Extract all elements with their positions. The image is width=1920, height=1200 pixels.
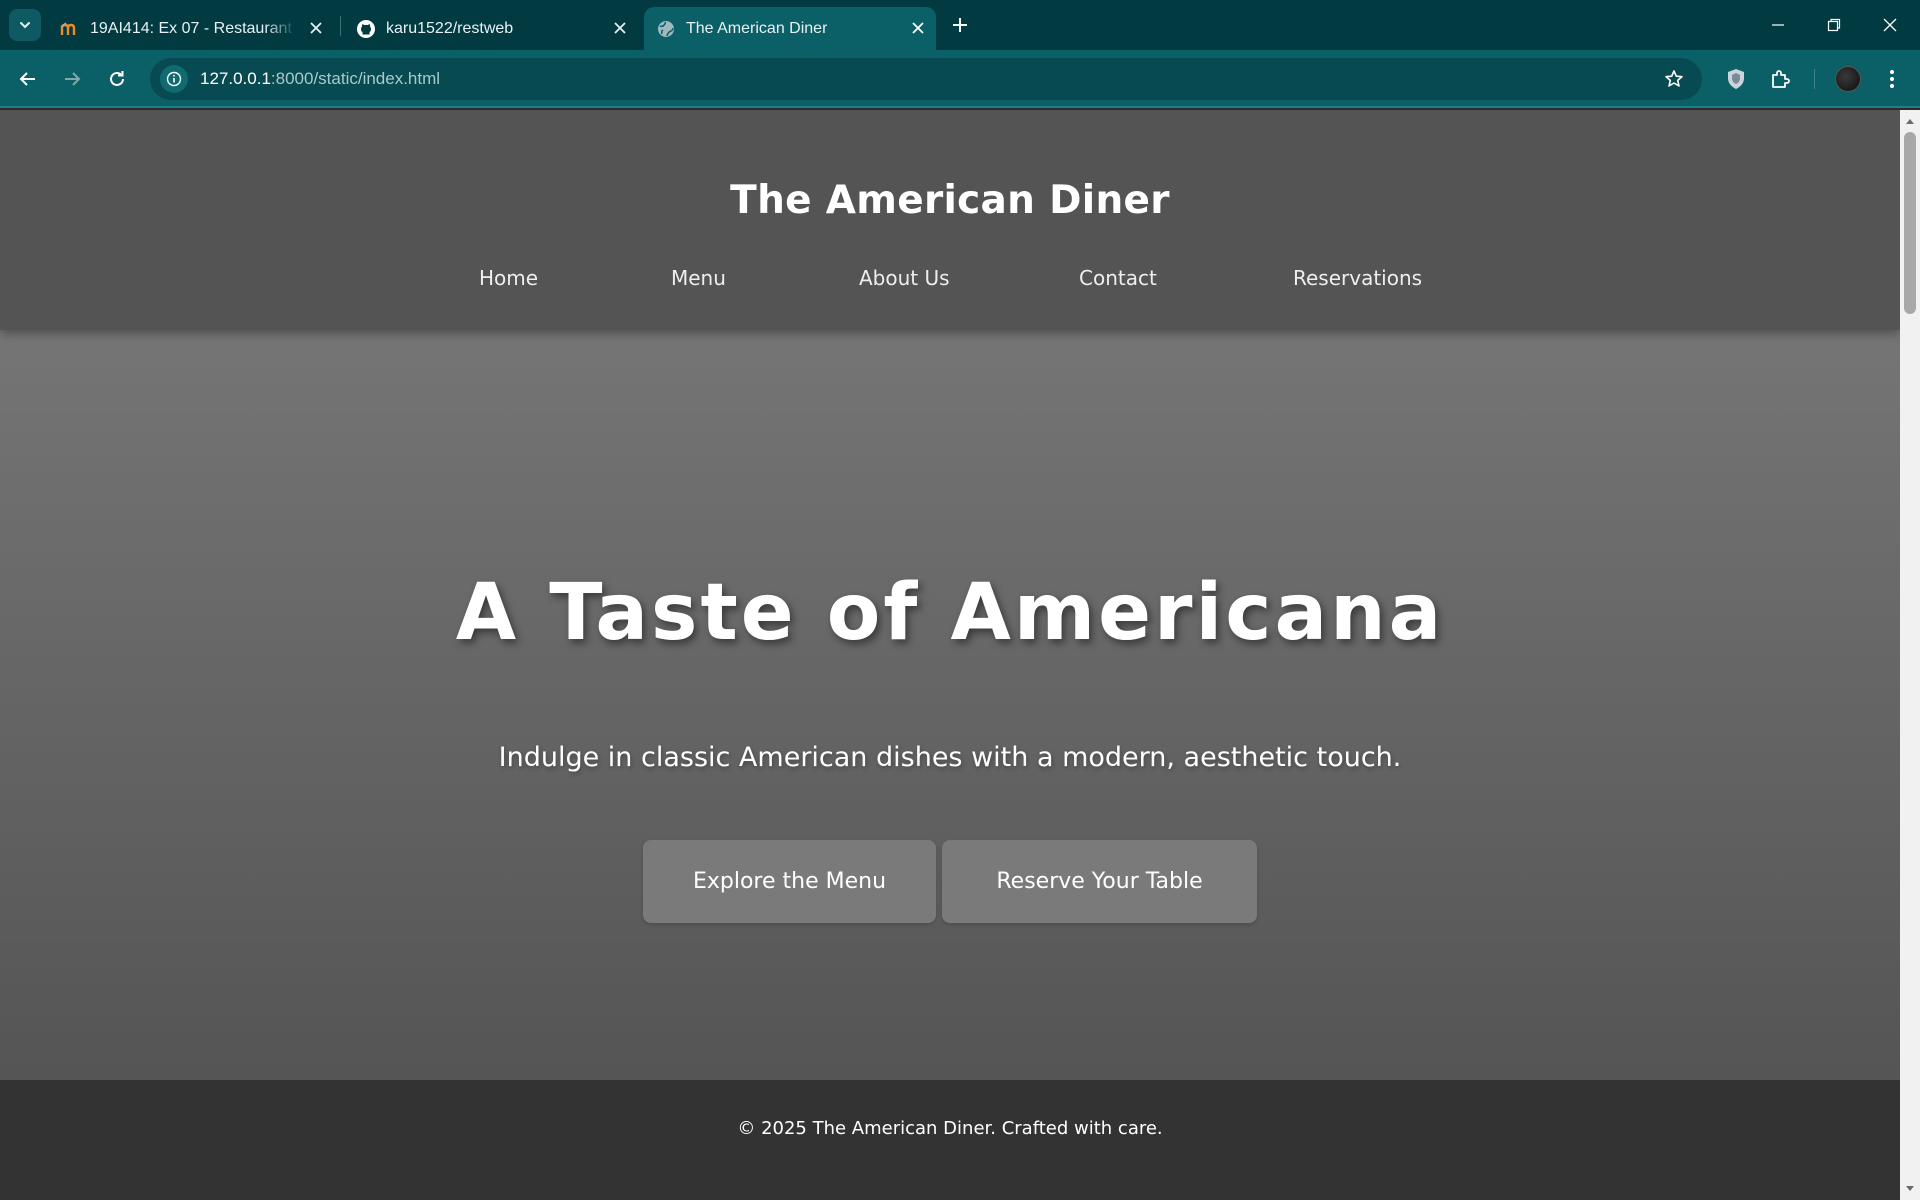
hero-subtitle: Indulge in classic American dishes with …: [498, 742, 1402, 773]
arrow-right-icon: [65, 72, 81, 86]
new-tab-button[interactable]: [946, 11, 974, 39]
arrow-left-icon: [19, 72, 35, 86]
tab-separator: [340, 16, 341, 36]
browser-toolbar: 127.0.0.1:8000/static/index.html: [0, 50, 1920, 108]
back-button[interactable]: [14, 65, 42, 93]
chevron-down-icon: [20, 22, 30, 29]
page-viewport: The American Diner Home Menu About Us Co…: [0, 110, 1900, 1200]
close-icon: [1883, 18, 1897, 32]
tab-title: karu1522/restweb: [386, 19, 514, 37]
url-host: 127.0.0.1: [200, 69, 271, 88]
nav-about-us[interactable]: About Us: [859, 266, 950, 290]
restore-icon: [1827, 18, 1841, 32]
reload-button[interactable]: [103, 65, 131, 93]
url-text: 127.0.0.1:8000/static/index.html: [200, 69, 440, 89]
close-icon[interactable]: [306, 18, 326, 38]
globe-icon: [656, 19, 676, 39]
scrollbar-thumb[interactable]: [1904, 132, 1916, 314]
browser-tab-moodle[interactable]: 19AI414: Ex 07 - Restaurant Web: [56, 7, 334, 50]
forward-button[interactable]: [58, 65, 86, 93]
restore-button[interactable]: [1806, 0, 1862, 50]
site-info-icon[interactable]: [160, 65, 188, 93]
site-header: The American Diner Home Menu About Us Co…: [0, 110, 1900, 330]
toolbar-divider: [1814, 69, 1815, 89]
tab-title: 19AI414: Ex 07 - Restaurant Web: [90, 19, 296, 37]
close-icon[interactable]: [908, 18, 928, 38]
browser-tab-active[interactable]: The American Diner: [644, 7, 936, 50]
shield-extension-icon[interactable]: [1722, 65, 1750, 93]
nav-home[interactable]: Home: [479, 266, 538, 290]
nav-contact[interactable]: Contact: [1079, 266, 1157, 290]
site-footer: © 2025 The American Diner. Crafted with …: [0, 1080, 1900, 1200]
profile-avatar[interactable]: [1834, 65, 1862, 93]
reserve-table-button[interactable]: Reserve Your Table: [942, 840, 1257, 923]
moodle-icon: [60, 19, 80, 39]
reload-icon: [110, 71, 124, 86]
close-window-button[interactable]: [1862, 0, 1918, 50]
kebab-menu-icon: [1890, 70, 1894, 88]
browser-tab-github[interactable]: karu1522/restweb: [346, 7, 638, 50]
address-bar[interactable]: 127.0.0.1:8000/static/index.html: [150, 58, 1702, 100]
browser-tabstrip: 19AI414: Ex 07 - Restaurant Web karu1522…: [0, 0, 1920, 50]
footer-copyright: © 2025 The American Diner. Crafted with …: [737, 1118, 1163, 1139]
nav-menu[interactable]: Menu: [671, 266, 726, 290]
url-path: :8000/static/index.html: [270, 69, 441, 88]
scroll-up-arrow-icon[interactable]: [1900, 112, 1920, 130]
nav-reservations[interactable]: Reservations: [1293, 266, 1422, 290]
github-icon: [356, 19, 376, 39]
hero-title: A Taste of Americana: [455, 568, 1445, 658]
bookmark-star-icon[interactable]: [1662, 67, 1686, 91]
hero-section: A Taste of Americana Indulge in classic …: [0, 330, 1900, 1190]
site-title: The American Diner: [730, 178, 1170, 223]
tab-title: The American Diner: [686, 19, 828, 37]
extensions-puzzle-icon[interactable]: [1767, 65, 1795, 93]
browser-menu-button[interactable]: [1878, 65, 1906, 93]
minimize-icon: [1772, 24, 1784, 26]
explore-menu-button[interactable]: Explore the Menu: [643, 840, 936, 923]
minimize-button[interactable]: [1750, 0, 1806, 50]
plus-icon: [953, 18, 967, 32]
close-icon[interactable]: [610, 18, 630, 38]
avatar: [1835, 66, 1861, 92]
scroll-down-arrow-icon[interactable]: [1900, 1180, 1920, 1198]
tab-search-button[interactable]: [9, 9, 41, 41]
page-scrollbar[interactable]: [1900, 110, 1920, 1200]
